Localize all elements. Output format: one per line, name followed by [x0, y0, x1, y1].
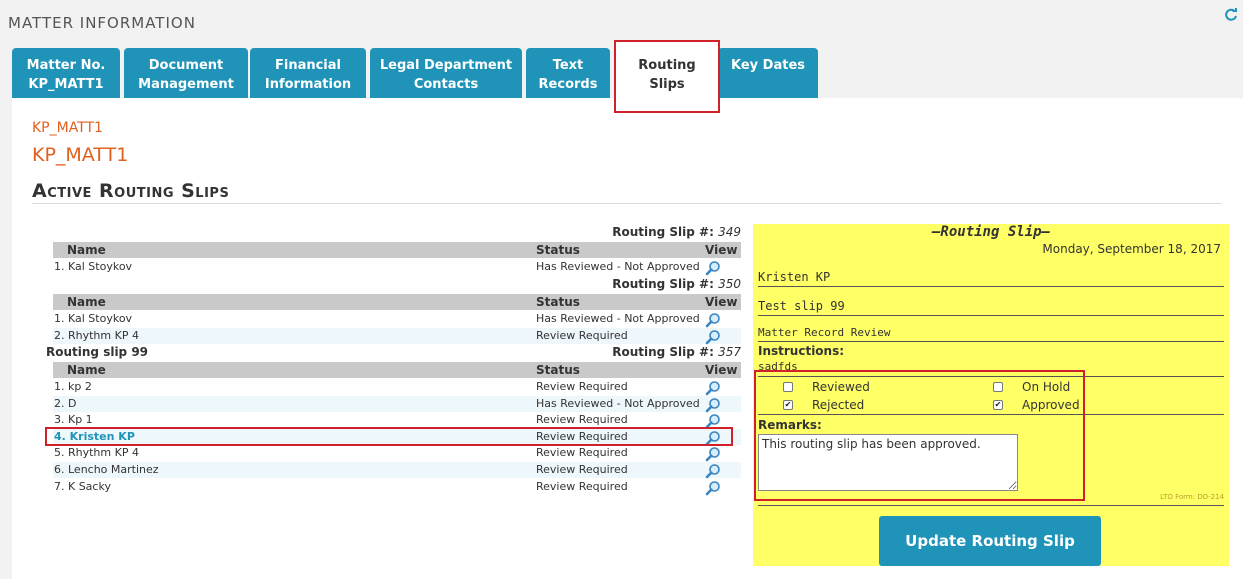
- table-row: 5. Rhythm KP 4 Review Required: [53, 445, 741, 462]
- view-magnifier-icon[interactable]: [705, 446, 721, 462]
- routing-slip-panel-title: —Routing Slip—: [931, 224, 1050, 240]
- tab-key-dates[interactable]: Key Dates: [718, 48, 818, 98]
- view-magnifier-icon[interactable]: [705, 380, 721, 396]
- reviewer-name: 1. kp 2: [54, 380, 92, 393]
- recipient-field: Kristen KP: [758, 270, 831, 284]
- divider: [758, 315, 1224, 316]
- form-id-label: LTO Form: DD-214: [1160, 493, 1224, 501]
- review-status: Review Required: [536, 463, 628, 476]
- table-row: 7. K Sacky Review Required: [53, 479, 741, 495]
- routing-slip-number: Routing Slip #: 357: [441, 345, 741, 359]
- review-status: Review Required: [536, 380, 628, 393]
- tab-matter-no[interactable]: Matter No. KP_MATT1: [12, 48, 120, 98]
- divider: [758, 341, 1224, 342]
- column-header-name: Name: [67, 363, 106, 377]
- table-row: 1. Kal Stoykov Has Reviewed - Not Approve…: [53, 311, 741, 328]
- table-row: 6. Lencho Martinez Review Required: [53, 462, 741, 479]
- reviewer-name: 5. Rhythm KP 4: [54, 446, 139, 460]
- page-title: MATTER INFORMATION: [8, 14, 196, 32]
- reviewer-name: 2. Rhythm KP 4: [54, 328, 139, 342]
- table-row: 2. D Has Reviewed - Not Approved: [53, 395, 741, 413]
- table-row: 1. Kal Stoykov Has Reviewed - Not Approve…: [53, 259, 741, 276]
- column-header-status: Status: [536, 295, 580, 309]
- reviewer-name: 7. K Sacky: [54, 479, 111, 493]
- routing-slip-panel: —Routing Slip— Monday, September 18, 201…: [753, 224, 1229, 566]
- view-magnifier-icon[interactable]: [705, 480, 721, 496]
- routing-slip-number-value: 357: [718, 345, 741, 359]
- reviewer-name: 1. Kal Stoykov: [54, 260, 133, 273]
- view-magnifier-icon[interactable]: [705, 312, 721, 328]
- review-status: Review Required: [536, 328, 628, 342]
- page: MATTER INFORMATION Matter No. KP_MATT1 Do…: [0, 0, 1243, 579]
- review-status: Review Required: [536, 413, 628, 427]
- view-magnifier-icon[interactable]: [705, 463, 721, 479]
- routing-slip-number-label: Routing Slip #:: [612, 225, 714, 239]
- section-title: Active Routing Slips: [32, 180, 230, 202]
- routing-slip-number-label: Routing Slip #:: [612, 277, 714, 291]
- review-status: Review Required: [536, 479, 628, 493]
- tab-document-management[interactable]: Document Management: [124, 48, 248, 98]
- update-routing-slip-button[interactable]: Update Routing Slip: [879, 516, 1101, 566]
- reviewer-name: 6. Lencho Martinez: [54, 463, 159, 476]
- highlight-box-decision: [754, 370, 1085, 501]
- highlight-box-active-tab: [614, 40, 720, 113]
- reviewer-name: 2. D: [54, 396, 77, 410]
- review-status: Has Reviewed - Not Approved: [536, 260, 700, 273]
- routing-slip-number-value: 349: [718, 225, 741, 239]
- table-header: Name Status View: [53, 362, 741, 378]
- view-magnifier-icon[interactable]: [705, 397, 721, 413]
- routing-slip-number: Routing Slip #: 349: [441, 225, 741, 239]
- review-status: Has Reviewed - Not Approved: [536, 396, 700, 410]
- table-row: 3. Kp 1 Review Required: [53, 412, 741, 429]
- view-magnifier-icon[interactable]: [705, 260, 721, 276]
- column-header-status: Status: [536, 243, 580, 257]
- slip-name-field: Test slip 99: [758, 299, 845, 313]
- column-header-view: View: [705, 295, 738, 309]
- view-magnifier-icon[interactable]: [705, 329, 721, 345]
- tab-financial-information[interactable]: Financial Information: [250, 48, 366, 98]
- routing-slip-name: Routing slip 99: [46, 345, 149, 359]
- table-header: Name Status View: [53, 294, 741, 310]
- main-content: KP_MATT1 KP_MATT1 Active Routing Slips R…: [12, 98, 1243, 579]
- highlight-box-selected-row: [45, 427, 733, 446]
- routing-slip-number: Routing Slip #: 350: [441, 277, 741, 291]
- instructions-label: Instructions:: [758, 344, 845, 358]
- matter-id-small: KP_MATT1: [32, 120, 103, 136]
- table-row: 1. kp 2 Review Required: [53, 379, 741, 396]
- review-status: Has Reviewed - Not Approved: [536, 312, 700, 325]
- table-header: Name Status View: [53, 242, 741, 258]
- routing-slip-number-value: 350: [718, 277, 741, 291]
- purpose-field: Matter Record Review: [758, 326, 891, 339]
- column-header-view: View: [705, 243, 738, 257]
- column-header-name: Name: [67, 295, 106, 309]
- reviewer-name: 3. Kp 1: [54, 413, 93, 427]
- tab-text-records[interactable]: Text Records: [526, 48, 610, 98]
- divider: [758, 505, 1224, 506]
- refresh-icon[interactable]: [1224, 8, 1238, 22]
- table-row: 2. Rhythm KP 4 Review Required: [53, 327, 741, 345]
- divider: [32, 203, 1222, 204]
- column-header-name: Name: [67, 243, 106, 257]
- reviewer-name: 1. Kal Stoykov: [54, 312, 133, 325]
- column-header-view: View: [705, 363, 738, 377]
- review-status: Review Required: [536, 446, 628, 460]
- routing-slip-number-label: Routing Slip #:: [612, 345, 714, 359]
- divider: [758, 286, 1224, 287]
- matter-id-large: KP_MATT1: [32, 144, 129, 166]
- routing-slip-date: Monday, September 18, 2017: [1042, 242, 1221, 256]
- column-header-status: Status: [536, 363, 580, 377]
- tab-legal-department-contacts[interactable]: Legal Department Contacts: [370, 48, 522, 98]
